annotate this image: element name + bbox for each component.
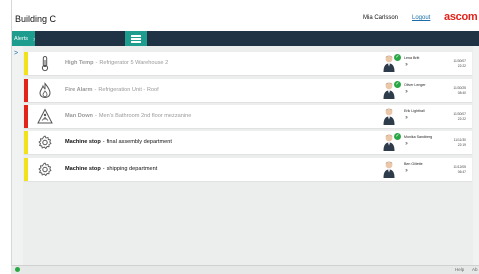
alert-timestamp: 11/12/05 06:47 bbox=[446, 165, 466, 174]
alert-location: shipping department bbox=[106, 166, 158, 172]
priority-stripe bbox=[24, 79, 28, 102]
ascom-logo: ascom bbox=[444, 11, 478, 23]
forward-chevrons-icon[interactable]: ››› bbox=[405, 62, 408, 68]
alert-row[interactable]: High Temp - Refrigerator 5 Warehouse 2 ✓ Len… bbox=[24, 52, 472, 76]
hamburger-icon bbox=[131, 35, 141, 37]
alert-row[interactable]: Machine stop - final assembly department ✓ M… bbox=[24, 131, 472, 155]
priority-stripe bbox=[24, 158, 28, 181]
alert-text: Fire Alarm - Refrigeration Unit - Roof bbox=[65, 87, 159, 93]
check-icon: ✓ bbox=[394, 54, 401, 61]
alert-row[interactable]: Man Down - Men's Bathroom 2nd floor mezzan… bbox=[24, 105, 472, 129]
flame-icon bbox=[37, 82, 53, 99]
alert-text: Machine stop - shipping department bbox=[65, 166, 158, 172]
alert-type: Fire Alarm bbox=[65, 87, 93, 93]
alert-text: Machine stop - final assembly department bbox=[65, 139, 172, 145]
alert-time: 22:22 bbox=[457, 63, 466, 68]
alert-location: Men's Bathroom 2nd floor mezzanine bbox=[98, 113, 192, 119]
alert-timestamp: 11/30/07 22:22 bbox=[446, 112, 466, 121]
alert-type: Man Down bbox=[65, 113, 93, 119]
alert-timestamp: 11/30/25 08:40 bbox=[446, 86, 466, 95]
forward-chevrons-icon[interactable]: ››› bbox=[405, 115, 408, 121]
avatar bbox=[383, 160, 395, 178]
alert-location: Refrigerator 5 Warehouse 2 bbox=[99, 60, 169, 66]
alert-row[interactable]: Machine stop - shipping department Ben Gill… bbox=[24, 158, 472, 182]
responder-name: Erik Lighthall bbox=[404, 109, 425, 113]
alert-time: 22:19 bbox=[457, 142, 466, 147]
responder-name: Oliver Lenger bbox=[404, 83, 426, 87]
menu-button[interactable] bbox=[125, 31, 147, 46]
responder-name: Monika Sandberg bbox=[404, 135, 433, 139]
current-user: Mia Carlsson bbox=[363, 15, 399, 21]
responder-name: Ben Gillette bbox=[404, 162, 423, 166]
priority-stripe bbox=[24, 52, 28, 75]
person-down-icon bbox=[37, 108, 53, 125]
page-title: Building C bbox=[15, 14, 57, 24]
priority-stripe bbox=[24, 131, 28, 154]
about-link[interactable]: Ab bbox=[472, 267, 478, 272]
alert-text: Man Down - Men's Bathroom 2nd floor mezzan… bbox=[65, 113, 192, 119]
thermometer-icon bbox=[37, 55, 53, 72]
forward-chevrons-icon[interactable]: ››› bbox=[405, 89, 408, 95]
alert-location: final assembly department bbox=[106, 139, 172, 145]
alert-timestamp: 11/30/07 22:22 bbox=[446, 59, 466, 68]
alert-time: 22:22 bbox=[457, 116, 466, 121]
tab-alerts[interactable]: Alerts 7 bbox=[12, 31, 35, 46]
alert-text: High Temp - Refrigerator 5 Warehouse 2 bbox=[65, 60, 169, 66]
connection-status-icon bbox=[15, 267, 20, 272]
avatar bbox=[383, 107, 395, 125]
nav-bar: Alerts 7 bbox=[12, 31, 479, 46]
alert-type: Machine stop bbox=[65, 139, 101, 145]
alert-timestamp: 11/11/30 22:19 bbox=[446, 138, 466, 147]
alert-row[interactable]: Fire Alarm - Refrigeration Unit - Roof ✓ Oli… bbox=[24, 79, 472, 103]
alert-type: Machine stop bbox=[65, 166, 101, 172]
gear-icon bbox=[37, 161, 53, 178]
forward-chevrons-icon[interactable]: ››› bbox=[405, 168, 408, 174]
alert-time: 06:47 bbox=[457, 169, 466, 174]
responder-name: Lena Britt bbox=[404, 56, 420, 60]
alert-time: 08:40 bbox=[457, 90, 466, 95]
check-icon: ✓ bbox=[394, 81, 401, 88]
help-link[interactable]: Help bbox=[455, 267, 464, 272]
gear-icon bbox=[37, 134, 53, 151]
expand-panel-icon[interactable]: > bbox=[14, 50, 18, 57]
header: Building C Mia Carlsson Logout ascom bbox=[12, 0, 479, 31]
alert-location: Refrigeration Unit - Roof bbox=[98, 87, 159, 93]
tab-alerts-label: Alerts bbox=[14, 36, 29, 42]
priority-stripe bbox=[24, 105, 28, 128]
forward-chevrons-icon[interactable]: ››› bbox=[405, 141, 408, 147]
alert-type: High Temp bbox=[65, 60, 94, 66]
check-icon: ✓ bbox=[394, 133, 401, 140]
logout-link[interactable]: Logout bbox=[412, 15, 430, 21]
